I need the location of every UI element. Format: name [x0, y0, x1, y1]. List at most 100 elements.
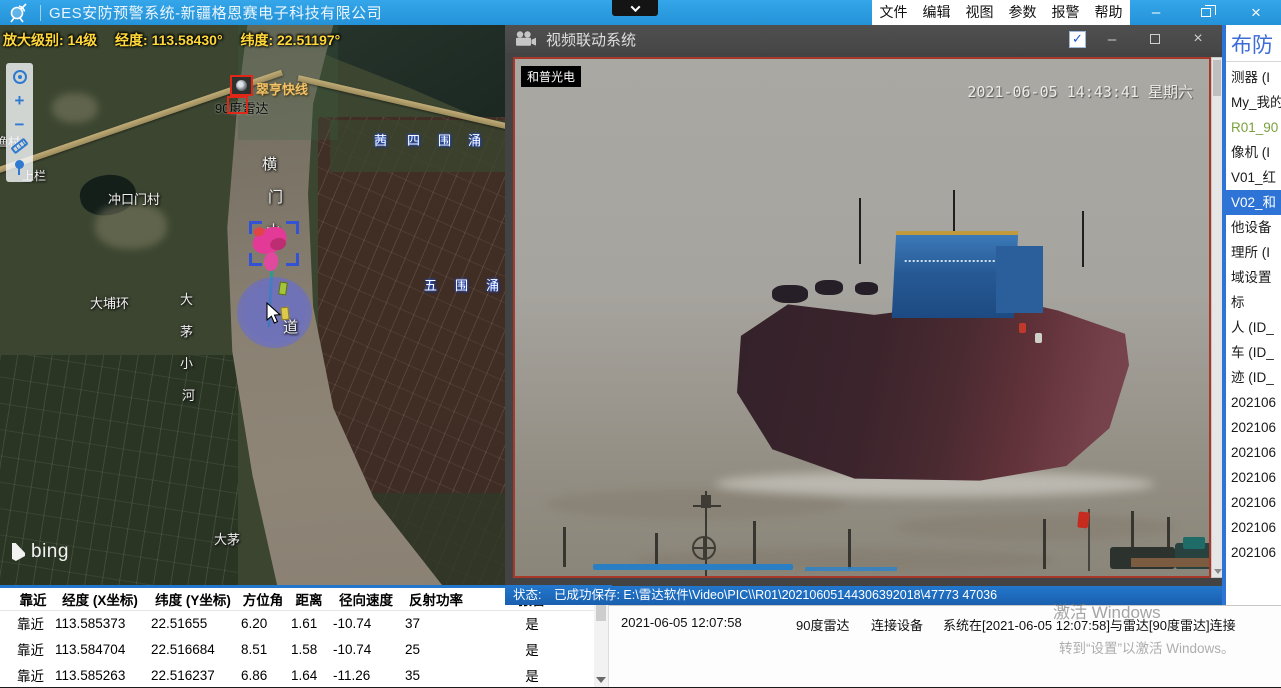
town-label: 大茅 — [214, 529, 240, 548]
weather-mast-box — [701, 495, 711, 508]
tree-item-record[interactable]: 202106 — [1226, 515, 1281, 540]
tree-item-other-devices[interactable]: 他设备 — [1226, 215, 1281, 240]
channel-label-char: 五 — [424, 275, 437, 294]
tree-item-record[interactable]: 202106 — [1226, 415, 1281, 440]
tree-item-my[interactable]: My_我的 — [1226, 90, 1281, 115]
event-log-panel[interactable]: 2021-06-05 12:07:58 90度雷达 连接设备 系统在[2021-… — [608, 605, 1281, 687]
tree-item-record[interactable]: 202106 — [1226, 440, 1281, 465]
tree-item-record[interactable]: 202106 — [1226, 465, 1281, 490]
log-time: 2021-06-05 12:07:58 — [621, 615, 742, 630]
radar-selection-box — [227, 96, 248, 114]
deck-gear — [815, 280, 842, 295]
restore-icon — [1201, 8, 1211, 17]
col-latitude[interactable]: 纬度 (Y坐标) — [148, 588, 238, 610]
river-label-char: 河 — [182, 385, 195, 404]
collapse-panel-button[interactable] — [612, 0, 658, 16]
camera-brand-overlay: 和普光电 — [521, 66, 581, 87]
tree-item-office[interactable]: 理所 (I — [1226, 240, 1281, 265]
video-camera-icon — [515, 31, 537, 47]
tree-item-record[interactable]: 202106 — [1226, 540, 1281, 565]
tree-item-v01[interactable]: V01_红 — [1226, 165, 1281, 190]
col-reflect-power[interactable]: 反射功率 — [402, 588, 470, 610]
life-ring — [1019, 323, 1026, 333]
river-label-char: 小 — [180, 353, 193, 372]
video-feed[interactable]: 和普光电 2021-06-05 14:43:41 星期六 — [513, 57, 1211, 578]
tree-item-detector[interactable]: 测器 (I — [1226, 65, 1281, 90]
latitude-label: 纬度: 22.51197° — [240, 32, 340, 48]
red-flag — [1077, 511, 1090, 528]
video-minimize-button[interactable]: – — [1095, 31, 1129, 48]
save-status-bar: 状态: 已成功保存: E:\雷达软件\Video\PIC\\R01\202106… — [505, 586, 1222, 605]
pin-icon[interactable] — [15, 160, 25, 175]
tree-item-r01-radar[interactable]: R01_90 — [1226, 115, 1281, 140]
menu-params[interactable]: 参数 — [1001, 0, 1044, 25]
satellite-icon — [8, 3, 32, 23]
minimize-button[interactable]: – — [1131, 0, 1181, 25]
col-radial-speed[interactable]: 径向速度 — [330, 588, 402, 610]
table-row[interactable]: 靠近113.58526322.516237 6.861.64-11.26 35是 — [0, 662, 594, 688]
waterway-char: 门 — [268, 186, 283, 207]
mouse-cursor — [266, 302, 283, 325]
menu-view[interactable]: 视图 — [958, 0, 1001, 25]
video-maximize-button[interactable] — [1138, 31, 1172, 48]
scroll-down-icon[interactable] — [1214, 569, 1222, 574]
scrollbar-thumb[interactable] — [1213, 60, 1221, 96]
video-window-titlebar[interactable]: 视频联动系统 ✓ – × — [505, 25, 1225, 53]
map-sand-patch — [95, 203, 167, 249]
ship-superstructure-wing — [996, 246, 1043, 313]
life-ring — [1035, 333, 1042, 343]
zoom-level-label: 放大级别: 14级 — [3, 32, 97, 48]
col-longitude[interactable]: 经度 (X坐标) — [52, 588, 148, 610]
video-window-title: 视频联动系统 — [546, 29, 636, 50]
video-link-checkbox[interactable]: ✓ — [1069, 31, 1086, 48]
radar-camera-marker[interactable] — [230, 75, 253, 96]
tree-item-cameras[interactable]: 像机 (I — [1226, 140, 1281, 165]
table-row[interactable]: 靠近113.58537322.51655 6.201.61-10.74 37是 — [0, 610, 594, 636]
menu-edit[interactable]: 编辑 — [915, 0, 958, 25]
chevron-down-icon — [630, 2, 640, 12]
locate-icon[interactable] — [13, 70, 27, 84]
channel-label-char: 围 — [438, 130, 451, 149]
close-button[interactable]: × — [1231, 0, 1281, 25]
col-approach[interactable]: 靠近 — [14, 588, 52, 610]
measure-icon[interactable] — [10, 138, 28, 155]
col-distance[interactable]: 距离 — [288, 588, 330, 610]
boat-cabin — [1183, 537, 1205, 549]
camera-lens-icon — [236, 80, 247, 91]
tree-item-record[interactable]: 202106 — [1226, 390, 1281, 415]
tree-item-record[interactable]: 202106 — [1226, 490, 1281, 515]
row-indicator-header — [0, 588, 14, 610]
col-azimuth[interactable]: 方位角 — [238, 588, 288, 610]
tree-item-vehicle[interactable]: 车 (ID_ — [1226, 340, 1281, 365]
river-label-char: 大 — [180, 289, 193, 308]
longitude-label: 经度: 113.58430° — [115, 32, 223, 48]
zoom-in-button[interactable]: + — [15, 94, 25, 108]
tree-item-region-settings[interactable]: 域设置 — [1226, 265, 1281, 290]
channel-label-char: 茜 — [374, 130, 387, 149]
map-sand-patch — [52, 93, 98, 123]
video-close-button[interactable]: × — [1181, 30, 1215, 48]
dock-structure — [1131, 558, 1209, 567]
target-selection-brackets — [249, 221, 299, 266]
waterway-char: 横 — [262, 153, 277, 174]
channel-label-char: 四 — [407, 130, 420, 149]
channel-label-char: 围 — [455, 275, 468, 294]
tree-item-targets[interactable]: 标 — [1226, 290, 1281, 315]
tree-item-person[interactable]: 人 (ID_ — [1226, 315, 1281, 340]
channel-label-char: 涌 — [486, 275, 499, 294]
tree-item-track[interactable]: 迹 (ID_ — [1226, 365, 1281, 390]
map-panel[interactable]: 放大级别: 14级 经度: 113.58430° 纬度: 22.51197° +… — [0, 25, 505, 588]
menu-alarm[interactable]: 报警 — [1044, 0, 1087, 25]
restore-button[interactable] — [1181, 0, 1231, 25]
table-row[interactable]: 靠近113.58470422.516684 8.511.58-10.74 25是 — [0, 636, 594, 662]
window-buttons: – × — [1131, 0, 1281, 25]
ship — [737, 231, 1129, 487]
zoom-out-button[interactable]: − — [15, 118, 25, 132]
menu-file[interactable]: 文件 — [872, 0, 915, 25]
area-label: 大埔环 — [90, 293, 129, 312]
scroll-down-icon[interactable] — [596, 677, 606, 683]
dock-blue-railing — [805, 567, 897, 571]
menu-help[interactable]: 帮助 — [1087, 0, 1130, 25]
tree-item-v02-selected[interactable]: V02_和 — [1226, 190, 1281, 215]
dock-pole — [563, 527, 566, 567]
